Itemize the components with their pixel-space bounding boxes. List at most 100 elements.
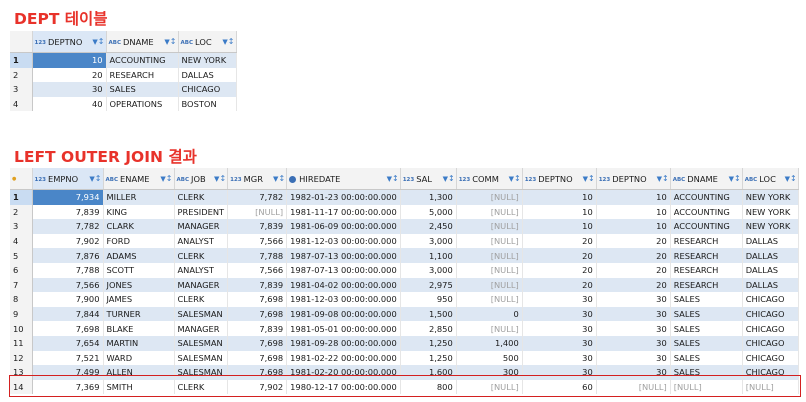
sort-icon[interactable]: ↕: [448, 174, 455, 183]
dept-cell-dname[interactable]: ACCOUNTING: [106, 52, 179, 68]
column-filter-sort-icons[interactable]: ▼↕: [222, 37, 234, 46]
join-cell-deptno[interactable]: 30: [522, 292, 597, 307]
join-cell-job[interactable]: ANALYST: [174, 262, 229, 278]
join-cell-job[interactable]: CLERK: [174, 248, 229, 263]
join-cell-comm[interactable]: [NULL]: [456, 233, 523, 249]
join-cell-comm[interactable]: 500: [456, 350, 523, 366]
row-number[interactable]: 7: [10, 277, 33, 293]
join-table-row[interactable]: 8 7,900 JAMES CLERK 7,698 1981-12-03 00:00:00…: [10, 292, 799, 307]
row-number[interactable]: 10: [10, 321, 33, 336]
dept-cell-deptno[interactable]: 20: [32, 67, 107, 83]
join-cell-dname[interactable]: ACCOUNTING: [670, 204, 743, 220]
join-cell-job[interactable]: MANAGER: [174, 277, 229, 293]
column-filter-sort-icons[interactable]: ▼↕: [785, 174, 797, 183]
join-cell-sal[interactable]: 1,250: [400, 350, 457, 366]
join-table-row[interactable]: 4 7,902 FORD ANALYST 7,566 1981-12-03 00:00:0…: [10, 233, 799, 249]
join-cell-comm[interactable]: [NULL]: [456, 248, 523, 263]
join-cell-empno[interactable]: 7,698: [32, 321, 104, 336]
join-cell-mgr[interactable]: 7,698: [227, 335, 288, 351]
sort-icon[interactable]: ↕: [514, 174, 521, 183]
join-cell-dname[interactable]: SALES: [670, 350, 743, 366]
join-cell-job[interactable]: MANAGER: [174, 219, 229, 234]
join-cell-hiredate[interactable]: 1981-02-22 00:00:00.000: [286, 350, 401, 366]
join-cell-ename[interactable]: TURNER: [103, 306, 175, 322]
join-cell-hiredate[interactable]: 1982-01-23 00:00:00.000: [286, 189, 401, 205]
join-cell-empno[interactable]: 7,902: [32, 233, 104, 249]
join-column-header-dname[interactable]: ABC DNAME ▼↕: [670, 168, 743, 190]
join-cell-empno[interactable]: 7,934: [32, 189, 104, 205]
join-cell-deptno[interactable]: 10: [596, 189, 671, 205]
join-cell-sal[interactable]: 2,850: [400, 321, 457, 336]
join-cell-sal[interactable]: 3,000: [400, 262, 457, 278]
join-cell-mgr[interactable]: 7,566: [227, 262, 288, 278]
dept-cell-dname[interactable]: RESEARCH: [106, 67, 179, 83]
sort-icon[interactable]: ↕: [734, 174, 741, 183]
filter-icon[interactable]: ▼: [583, 175, 588, 183]
join-column-header-deptno[interactable]: 123 DEPTNO ▼↕: [596, 168, 671, 190]
join-cell-dname[interactable]: SALES: [670, 335, 743, 351]
join-cell-job[interactable]: CLERK: [174, 292, 229, 307]
sort-icon[interactable]: ↕: [662, 174, 669, 183]
join-column-header-ename[interactable]: ABC ENAME ▼↕: [103, 168, 175, 190]
join-column-header-hiredate[interactable]: HIREDATE ▼↕: [286, 168, 401, 190]
join-cell-dname[interactable]: SALES: [670, 292, 743, 307]
row-number[interactable]: 4: [10, 233, 33, 249]
dept-cell-loc[interactable]: CHICAGO: [178, 82, 237, 97]
filter-icon[interactable]: ▼: [387, 175, 392, 183]
filter-icon[interactable]: ▼: [92, 38, 97, 46]
join-cell-ename[interactable]: JAMES: [103, 292, 175, 307]
join-cell-sal[interactable]: 950: [400, 292, 457, 307]
join-cell-deptno[interactable]: 20: [596, 262, 671, 278]
join-cell-deptno[interactable]: 20: [596, 233, 671, 249]
join-cell-comm[interactable]: 0: [456, 306, 523, 322]
dept-column-header-loc[interactable]: ABC LOC ▼↕: [178, 31, 237, 53]
join-column-header-comm[interactable]: 123 COMM ▼↕: [456, 168, 523, 190]
row-number[interactable]: 1: [10, 189, 33, 205]
join-cell-job[interactable]: SALESMAN: [174, 335, 229, 351]
row-number[interactable]: 6: [10, 262, 33, 278]
join-cell-deptno[interactable]: 30: [596, 350, 671, 366]
dept-column-header-dname[interactable]: ABC DNAME ▼↕: [106, 31, 179, 53]
join-cell-dname[interactable]: ACCOUNTING: [670, 189, 743, 205]
join-cell-dname[interactable]: RESEARCH: [670, 277, 743, 293]
sort-icon[interactable]: ↕: [170, 37, 177, 46]
column-filter-sort-icons[interactable]: ▼↕: [657, 174, 669, 183]
join-cell-ename[interactable]: KING: [103, 204, 175, 220]
filter-icon[interactable]: ▼: [160, 175, 165, 183]
join-cell-empno[interactable]: 7,521: [32, 350, 104, 366]
join-cell-deptno[interactable]: 20: [522, 262, 597, 278]
filter-icon[interactable]: ▼: [443, 175, 448, 183]
join-cell-ename[interactable]: JONES: [103, 277, 175, 293]
join-cell-deptno[interactable]: 10: [522, 219, 597, 234]
sort-icon[interactable]: ↕: [588, 174, 595, 183]
filter-icon[interactable]: ▼: [509, 175, 514, 183]
join-cell-empno[interactable]: 7,788: [32, 262, 104, 278]
join-cell-mgr[interactable]: 7,782: [227, 189, 288, 205]
join-table-row[interactable]: 3 7,782 CLARK MANAGER 7,839 1981-06-09 00:00:…: [10, 219, 799, 234]
join-cell-empno[interactable]: 7,839: [32, 204, 104, 220]
sort-icon[interactable]: ↕: [95, 174, 102, 183]
join-cell-empno[interactable]: 7,844: [32, 306, 104, 322]
row-number[interactable]: 1: [10, 52, 33, 68]
join-column-header-empno[interactable]: 123 EMPNO ▼↕: [32, 168, 104, 190]
join-cell-deptno[interactable]: 20: [522, 233, 597, 249]
filter-icon[interactable]: ▼: [729, 175, 734, 183]
join-column-header-sal[interactable]: 123 SAL ▼↕: [400, 168, 457, 190]
join-cell-sal[interactable]: 1,100: [400, 248, 457, 263]
filter-icon[interactable]: ▼: [273, 175, 278, 183]
join-cell-job[interactable]: SALESMAN: [174, 350, 229, 366]
join-cell-loc[interactable]: CHICAGO: [742, 292, 799, 307]
row-number[interactable]: 8: [10, 292, 33, 307]
column-filter-sort-icons[interactable]: ▼↕: [273, 174, 285, 183]
join-table-row[interactable]: 12 7,521 WARD SALESMAN 7,698 1981-02-22 00:00…: [10, 350, 799, 366]
join-cell-deptno[interactable]: 30: [522, 306, 597, 322]
join-cell-deptno[interactable]: 20: [596, 277, 671, 293]
join-cell-comm[interactable]: [NULL]: [456, 262, 523, 278]
join-cell-deptno[interactable]: 30: [596, 292, 671, 307]
column-filter-sort-icons[interactable]: ▼↕: [729, 174, 741, 183]
join-table-row[interactable]: 2 7,839 KING PRESIDENT [NULL] 1981-11-17 00:0…: [10, 204, 799, 220]
dept-cell-loc[interactable]: BOSTON: [178, 96, 237, 112]
sort-icon[interactable]: ↕: [98, 37, 105, 46]
dept-cell-deptno[interactable]: 10: [32, 52, 107, 68]
join-cell-ename[interactable]: FORD: [103, 233, 175, 249]
